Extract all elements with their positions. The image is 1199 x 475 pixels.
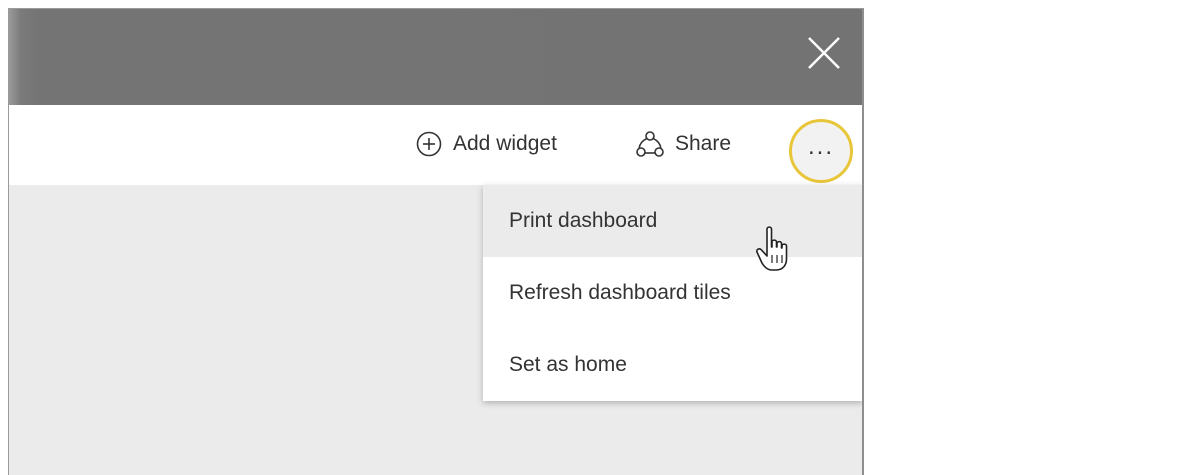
add-widget-button[interactable]: Add widget [415,129,557,159]
more-options-button[interactable]: ... [789,119,853,183]
menu-item-label: Set as home [509,353,627,376]
hand-pointer-cursor-icon [756,226,788,271]
share-icon [636,131,664,157]
menu-item-set-as-home[interactable]: Set as home [483,329,862,401]
close-icon [808,37,840,69]
more-options-menu: Print dashboard Refresh dashboard tiles … [483,185,862,401]
plus-circle-icon [416,131,442,157]
add-widget-label: Add widget [453,132,557,155]
share-button[interactable]: Share [635,129,731,159]
menu-item-label: Print dashboard [509,209,658,232]
share-label: Share [675,132,732,155]
menu-item-label: Refresh dashboard tiles [509,281,731,304]
dashboard-toolbar: Add widget Share ... [9,105,862,185]
close-button[interactable] [806,35,842,71]
title-bar [9,9,862,105]
menu-item-refresh-dashboard-tiles[interactable]: Refresh dashboard tiles [483,257,862,329]
more-options-icon: ... [807,133,834,160]
menu-item-print-dashboard[interactable]: Print dashboard [483,185,862,257]
app-window: Add widget Share ... Print dashboard Ref… [8,8,864,475]
